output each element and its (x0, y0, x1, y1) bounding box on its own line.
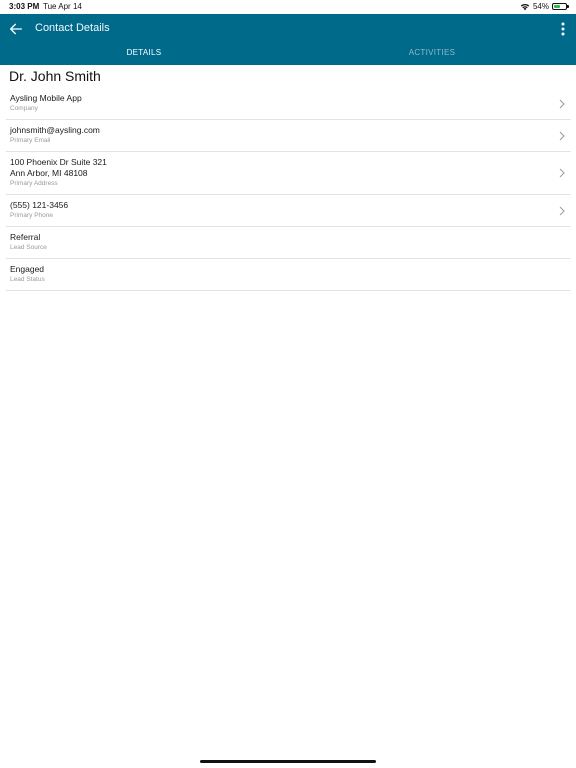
contact-field-row[interactable]: Aysling Mobile App Company (6, 88, 571, 120)
field-value: (555) 121-3456 (10, 200, 69, 210)
field-label: Primary Email (10, 137, 51, 144)
field-value: Aysling Mobile App (10, 93, 82, 103)
field-value: Ann Arbor, MI 48108 (10, 168, 88, 178)
contact-field-row[interactable]: (555) 121-3456 Primary Phone (6, 195, 571, 227)
status-date: Tue Apr 14 (43, 2, 82, 11)
chevron-right-icon (559, 99, 565, 108)
battery-fill (554, 5, 560, 8)
battery-percent: 54% (532, 2, 549, 11)
chevron-right-icon (559, 131, 565, 140)
battery-tip (567, 5, 569, 8)
status-bar: 3:03 PM Tue Apr 14 54% (0, 0, 576, 14)
field-value: Referral (10, 232, 41, 242)
tab-details[interactable]: DETAILS (0, 46, 288, 68)
chevron-right-icon (559, 206, 565, 215)
tab-details-label: DETAILS (126, 48, 162, 57)
field-label: Lead Source (10, 244, 47, 251)
field-label: Company (10, 105, 38, 112)
tab-activities[interactable]: ACTIVITIES (288, 46, 576, 65)
contact-field-row[interactable]: johnsmith@aysling.com Primary Email (6, 120, 571, 152)
contact-field-row: Referral Lead Source (6, 227, 571, 259)
contact-name: Dr. John Smith (9, 68, 101, 84)
app-bar: Contact Details DETAILS ACTIVITIES (0, 14, 576, 68)
battery-icon (552, 3, 569, 10)
field-value: johnsmith@aysling.com (10, 125, 100, 135)
tab-bar: DETAILS ACTIVITIES (0, 46, 576, 68)
contact-field-row: Engaged Lead Status (6, 259, 571, 291)
page-title: Contact Details (35, 22, 110, 34)
home-indicator (200, 760, 376, 763)
wifi-icon (520, 3, 530, 10)
status-time: 3:03 PM (9, 2, 40, 11)
more-vertical-icon[interactable] (559, 21, 567, 37)
field-label: Primary Phone (10, 212, 53, 219)
contact-fields: Aysling Mobile App Company johnsmith@aysli… (6, 88, 571, 291)
field-label: Primary Address (10, 180, 58, 187)
field-value: Engaged (10, 264, 45, 274)
tab-activities-label: ACTIVITIES (408, 48, 456, 57)
field-value: 100 Phoenix Dr Suite 321 (10, 157, 107, 167)
arrow-left-icon[interactable] (8, 21, 24, 37)
contact-field-row[interactable]: 100 Phoenix Dr Suite 321 Ann Arbor, MI 48… (6, 152, 571, 195)
chevron-right-icon (559, 168, 565, 178)
field-label: Lead Status (10, 276, 45, 283)
status-indicators: 54% (520, 2, 569, 11)
